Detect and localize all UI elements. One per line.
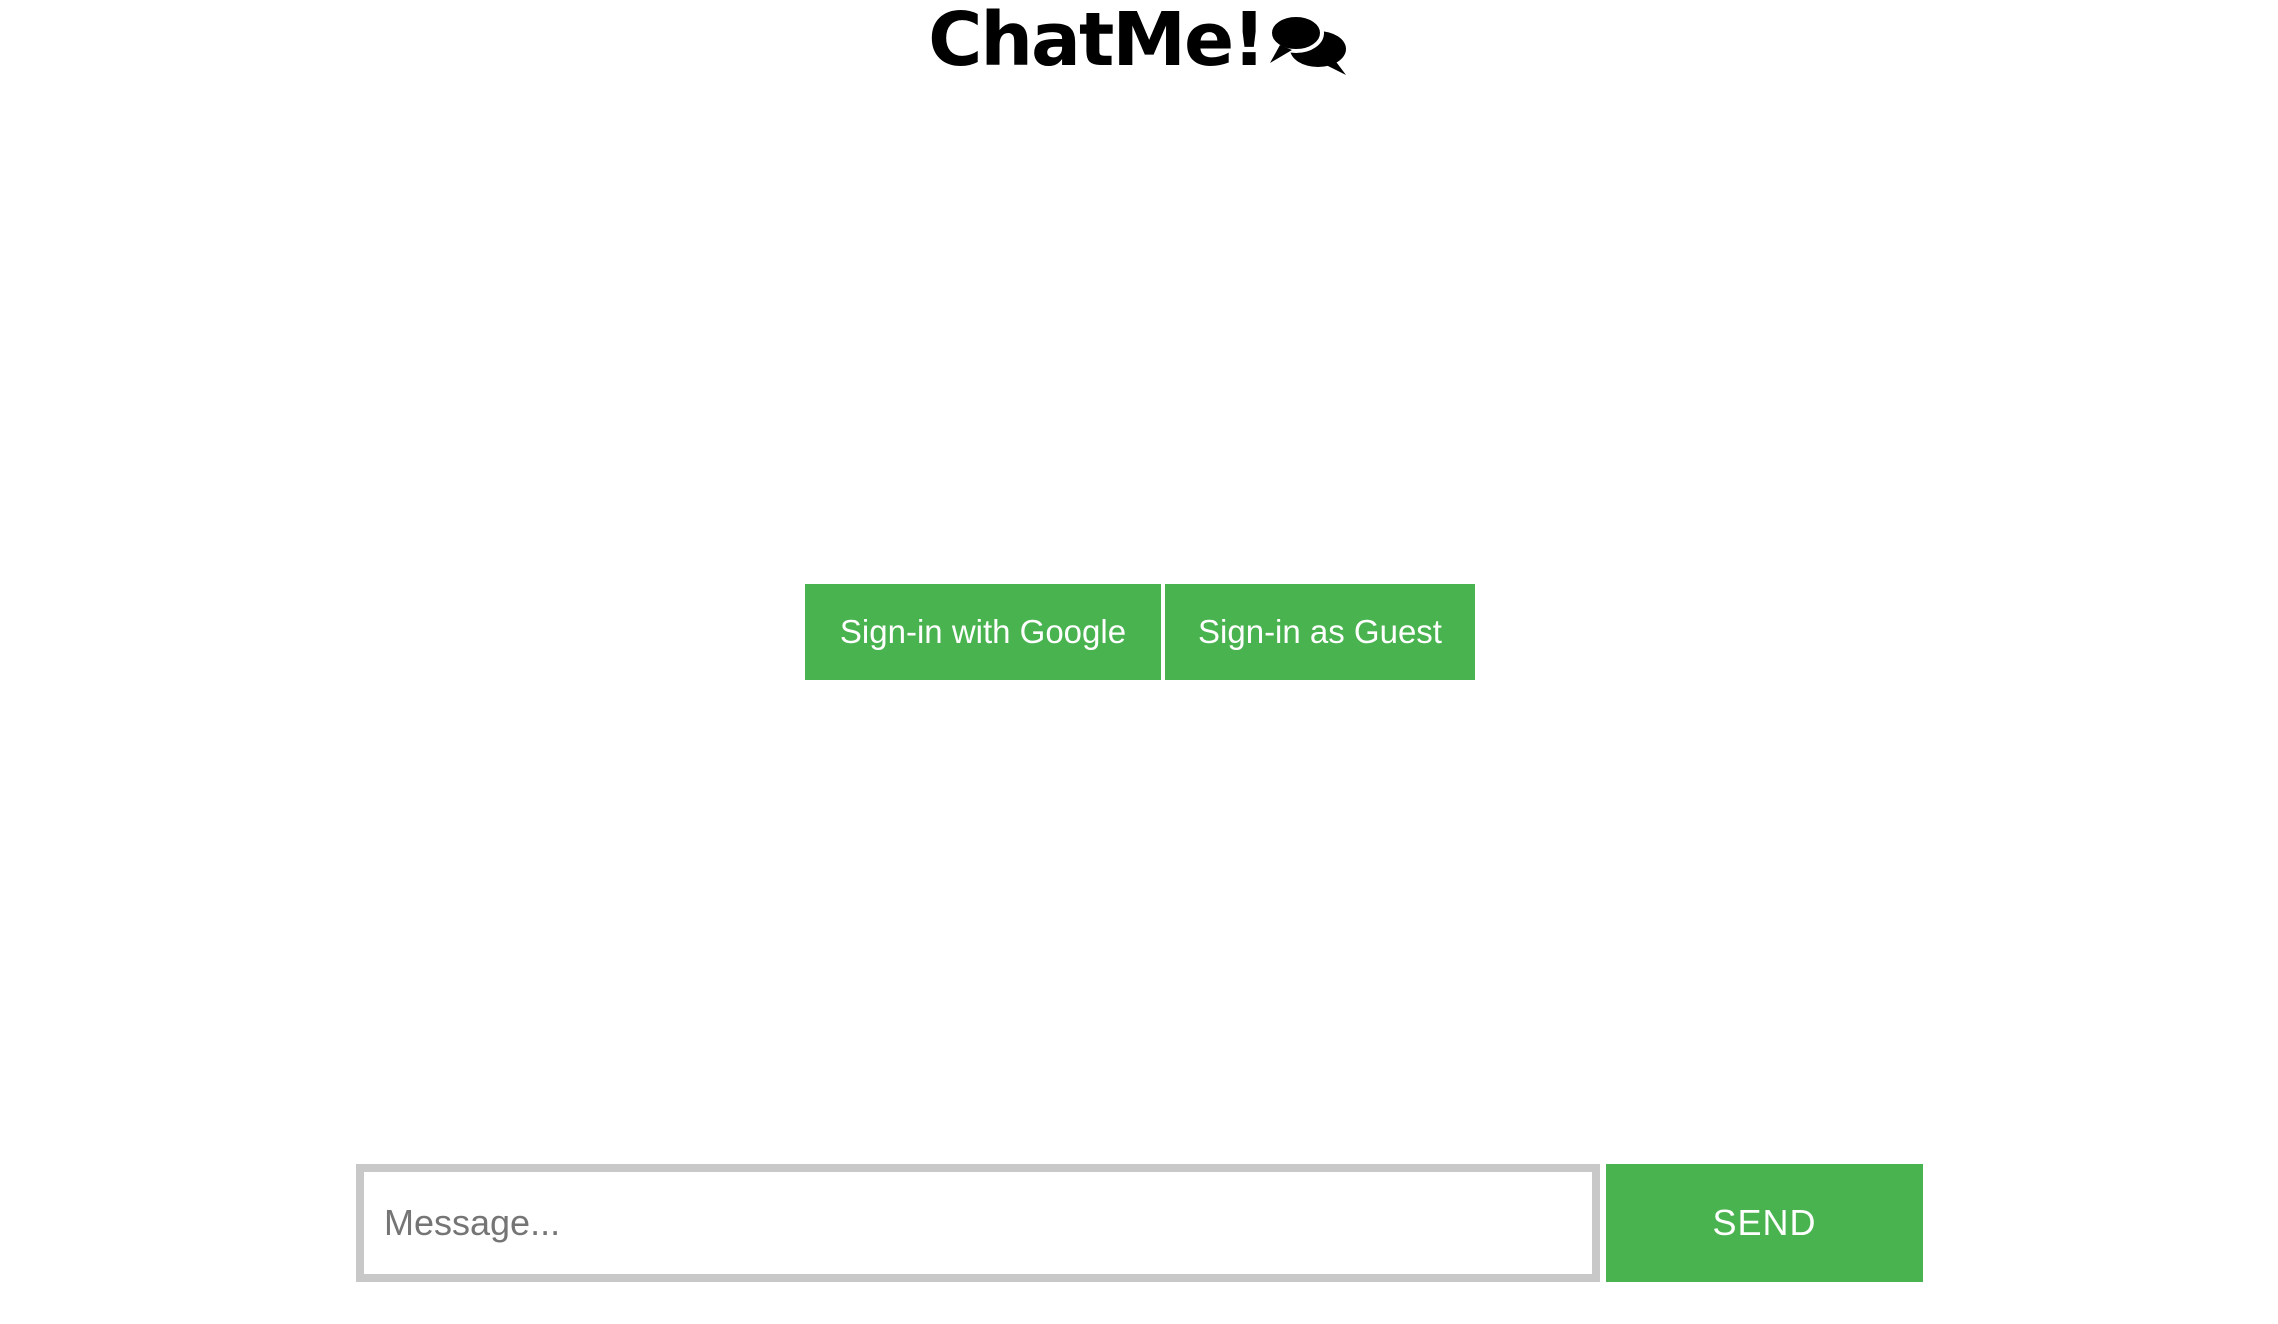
- app-title: ChatMe!: [928, 0, 1266, 83]
- app-header: ChatMe!: [0, 0, 2278, 80]
- chat-app: ChatMe! Sign-in with Google Sign-in as G…: [0, 0, 2278, 1324]
- send-button[interactable]: SEND: [1606, 1164, 1923, 1282]
- app-logo: ChatMe!: [928, 3, 1350, 77]
- chat-bubbles-icon: [1267, 13, 1346, 75]
- sign-in-guest-button[interactable]: Sign-in as Guest: [1165, 584, 1475, 680]
- sign-in-buttons: Sign-in with Google Sign-in as Guest: [805, 584, 1475, 680]
- message-composer: SEND: [356, 1164, 1923, 1282]
- sign-in-google-button[interactable]: Sign-in with Google: [805, 584, 1161, 680]
- message-input[interactable]: [356, 1164, 1600, 1282]
